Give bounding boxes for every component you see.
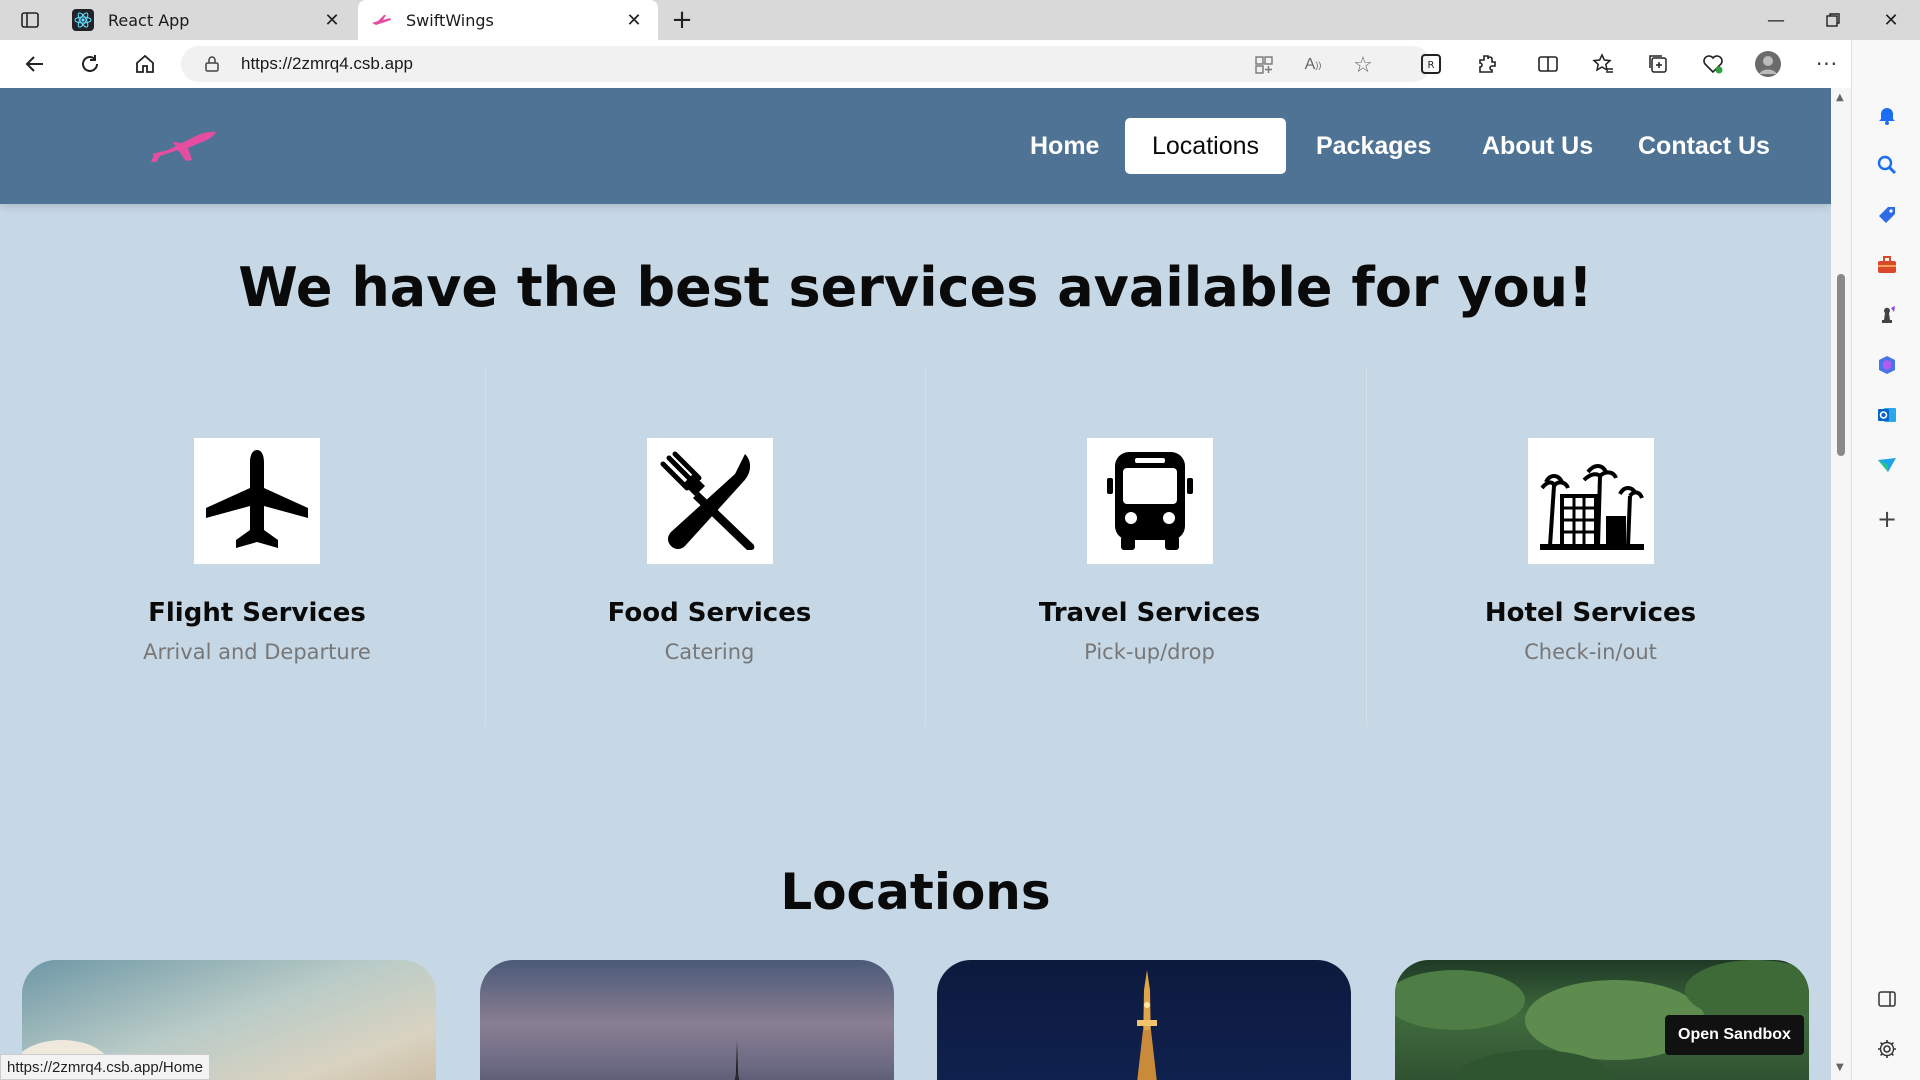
favorites-icon[interactable] — [1588, 50, 1618, 78]
app-available-icon[interactable] — [1252, 54, 1276, 76]
sidebar-panel-icon[interactable] — [1874, 986, 1900, 1012]
nav-contact-us[interactable]: Contact Us — [1611, 118, 1797, 174]
service-title: Hotel Services — [1484, 598, 1697, 628]
extensions-icon[interactable] — [1472, 50, 1502, 78]
hotel-palm-icon — [1527, 438, 1654, 564]
service-card-food: Food Services Catering — [485, 366, 933, 726]
fork-knife-icon — [646, 438, 773, 564]
collections-icon[interactable] — [1643, 50, 1673, 78]
service-subtitle: Catering — [664, 640, 755, 664]
reader-extension-icon[interactable]: R — [1416, 50, 1446, 78]
minimize-icon[interactable]: — — [1761, 6, 1791, 34]
nav-home[interactable]: Home — [1003, 118, 1126, 174]
outlook-icon[interactable] — [1874, 402, 1900, 428]
svg-text:R: R — [1428, 60, 1435, 71]
react-logo-icon — [72, 9, 94, 31]
games-chess-icon[interactable] — [1874, 302, 1900, 328]
scrollbar-thumb[interactable] — [1837, 274, 1845, 456]
tab-title: React App — [108, 10, 190, 30]
settings-gear-icon[interactable] — [1874, 1036, 1900, 1062]
toolbox-icon[interactable] — [1874, 252, 1900, 278]
service-title: Food Services — [607, 598, 812, 628]
tab-actions-icon[interactable] — [16, 6, 44, 34]
tab-swiftwings[interactable]: SwiftWings ✕ — [358, 0, 658, 40]
close-icon[interactable]: ✕ — [322, 10, 342, 31]
address-bar[interactable]: https://2zmrq4.csb.app A)) ☆ — [181, 46, 1431, 82]
eiffel-tower-photo — [1137, 970, 1157, 1080]
site-header: Home Locations Packages About Us Contact… — [0, 88, 1831, 204]
url-text[interactable]: https://2zmrq4.csb.app — [241, 54, 413, 74]
split-screen-icon[interactable] — [1533, 50, 1563, 78]
bell-icon[interactable] — [1874, 102, 1900, 128]
tab-react-app[interactable]: React App ✕ — [60, 0, 356, 40]
location-card-3[interactable] — [937, 960, 1351, 1080]
browser-window: React App ✕ SwiftWings ✕ + — ✕ https://2… — [0, 0, 1920, 1080]
tab-strip: React App ✕ SwiftWings ✕ + — ✕ — [0, 0, 1920, 40]
service-subtitle: Pick-up/drop — [1084, 640, 1215, 664]
service-card-flight: Flight Services Arrival and Departure — [33, 366, 481, 726]
read-aloud-icon[interactable]: A)) — [1301, 54, 1325, 76]
lock-icon[interactable] — [201, 53, 223, 75]
spire-photo — [734, 1040, 740, 1080]
browser-toolbar: https://2zmrq4.csb.app A)) ☆ R ··· — [0, 40, 1920, 88]
profile-avatar[interactable] — [1753, 50, 1783, 78]
service-title: Flight Services — [148, 598, 366, 628]
page-scrollbar[interactable]: ▲ ▼ — [1831, 88, 1851, 1080]
tab-title: SwiftWings — [406, 10, 494, 30]
scroll-up-arrow-icon[interactable]: ▲ — [1836, 92, 1844, 103]
locations-heading: Locations — [780, 863, 1051, 921]
service-subtitle: Arrival and Departure — [143, 640, 371, 664]
drop-send-icon[interactable] — [1874, 452, 1900, 478]
page-viewport: Home Locations Packages About Us Contact… — [0, 88, 1831, 1080]
scroll-down-arrow-icon[interactable]: ▼ — [1836, 1062, 1844, 1073]
back-icon[interactable] — [20, 50, 50, 78]
nav-packages[interactable]: Packages — [1289, 118, 1458, 174]
more-options-icon[interactable]: ··· — [1812, 50, 1842, 78]
status-bar-url: https://2zmrq4.csb.app/Home — [0, 1054, 210, 1080]
restore-icon[interactable] — [1818, 6, 1848, 34]
add-sidebar-app-icon[interactable]: + — [1874, 505, 1900, 533]
home-icon[interactable] — [130, 50, 160, 78]
plane-logo-icon[interactable] — [148, 126, 220, 166]
copilot-365-icon[interactable] — [1874, 352, 1900, 378]
services-heading: We have the best services available for … — [238, 256, 1593, 319]
service-subtitle: Check-in/out — [1524, 640, 1657, 664]
refresh-icon[interactable] — [75, 50, 105, 78]
open-sandbox-button[interactable]: Open Sandbox — [1665, 1015, 1804, 1055]
airplane-icon — [194, 438, 320, 564]
location-card-2[interactable] — [480, 960, 894, 1080]
browser-essentials-icon[interactable] — [1698, 50, 1728, 78]
favorite-star-icon[interactable]: ☆ — [1351, 53, 1375, 78]
nav-locations[interactable]: Locations — [1125, 118, 1287, 174]
plane-favicon-icon — [370, 9, 392, 31]
close-window-icon[interactable]: ✕ — [1876, 6, 1906, 34]
new-tab-icon[interactable]: + — [668, 5, 696, 35]
search-icon[interactable] — [1874, 152, 1900, 178]
service-title: Travel Services — [1038, 598, 1261, 628]
bus-icon — [1086, 438, 1213, 564]
service-card-travel: Travel Services Pick-up/drop — [925, 366, 1373, 726]
shopping-tag-icon[interactable] — [1874, 202, 1900, 228]
close-icon[interactable]: ✕ — [624, 10, 644, 31]
edge-sidebar: + — [1851, 40, 1920, 1080]
nav-about-us[interactable]: About Us — [1455, 118, 1620, 174]
service-card-hotel: Hotel Services Check-in/out — [1366, 366, 1814, 726]
